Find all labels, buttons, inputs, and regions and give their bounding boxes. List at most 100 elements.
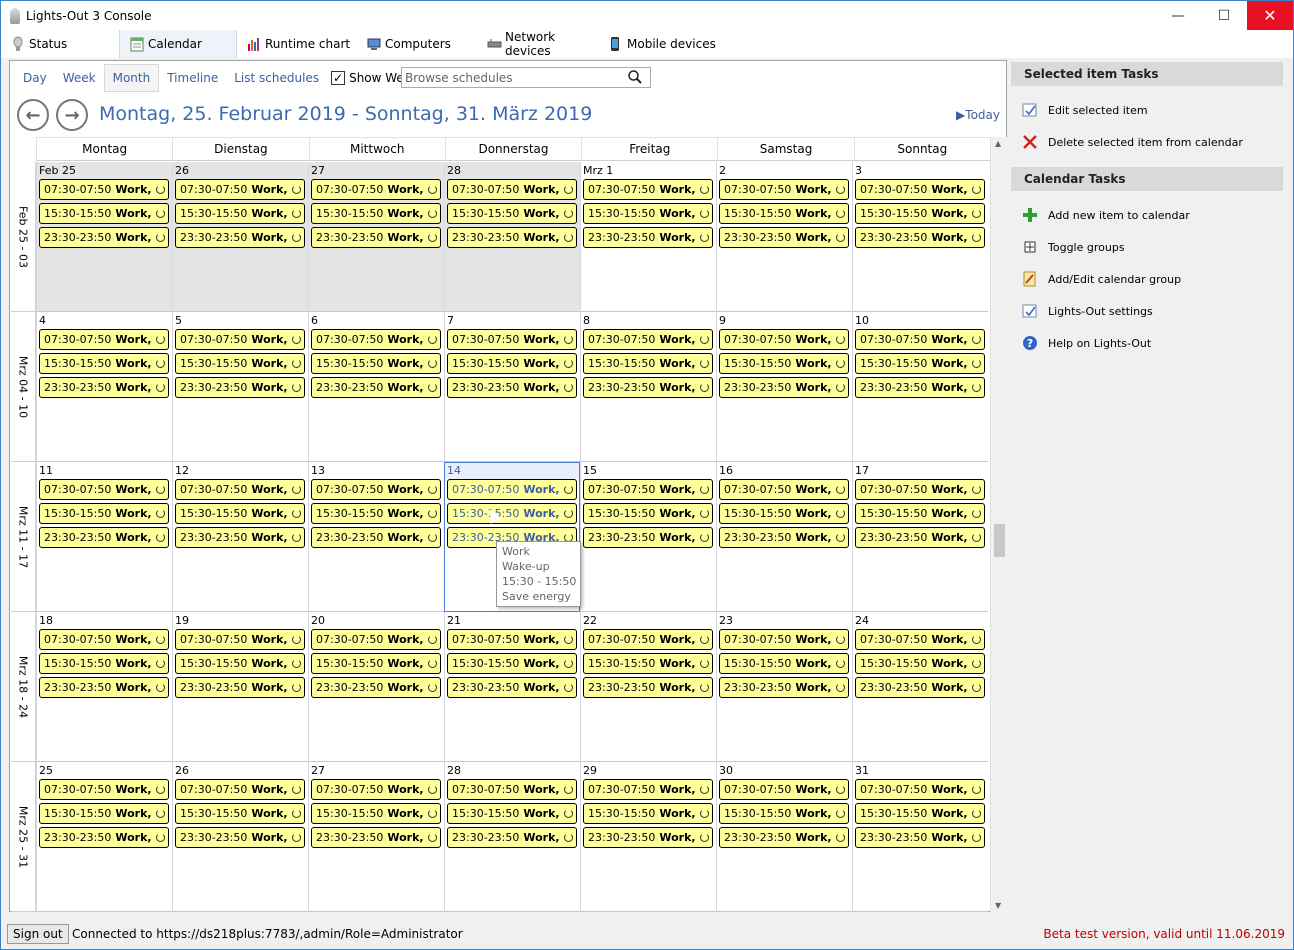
search-input[interactable] [405, 70, 620, 85]
appointment[interactable]: 15:30-15:50 Work, [447, 503, 577, 524]
appointment[interactable]: 07:30-07:50 Work, [583, 179, 713, 200]
tab-runtime-chart[interactable]: Runtime chart [237, 30, 357, 58]
appointment[interactable]: 15:30-15:50 Work, [447, 803, 577, 824]
appointment[interactable]: 07:30-07:50 Work, [583, 629, 713, 650]
appointment[interactable]: 15:30-15:50 Work, [311, 503, 441, 524]
day-cell[interactable]: Feb 25 07:30-07:50 Work, 15:30-15:50 Work, 23… [36, 162, 172, 312]
day-cell[interactable]: 5 07:30-07:50 Work, 15:30-15:50 Work, 23:30-2… [172, 312, 308, 462]
appointment[interactable]: 07:30-07:50 Work, [855, 479, 985, 500]
day-cell[interactable]: 12 07:30-07:50 Work, 15:30-15:50 Work, 23:30-… [172, 462, 308, 612]
day-cell[interactable]: 29 07:30-07:50 Work, 15:30-15:50 Work, 23:30-… [580, 762, 716, 912]
scroll-up-icon[interactable]: ▲ [995, 139, 1001, 148]
appointment[interactable]: 15:30-15:50 Work, [855, 503, 985, 524]
tab-calendar[interactable]: Calendar [119, 30, 237, 58]
appointment[interactable]: 07:30-07:50 Work, [311, 779, 441, 800]
appointment[interactable]: 15:30-15:50 Work, [39, 353, 169, 374]
appointment[interactable]: 07:30-07:50 Work, [39, 329, 169, 350]
day-cell[interactable]: 31 07:30-07:50 Work, 15:30-15:50 Work, 23:30-… [852, 762, 988, 912]
day-cell[interactable]: Mrz 1 07:30-07:50 Work, 15:30-15:50 Work, 23:… [580, 162, 716, 312]
appointment[interactable]: 07:30-07:50 Work, [175, 479, 305, 500]
appointment[interactable]: 23:30-23:50 Work, [311, 377, 441, 398]
appointment[interactable]: 07:30-07:50 Work, [447, 479, 577, 500]
appointment[interactable]: 23:30-23:50 Work, [719, 677, 849, 698]
appointment[interactable]: 07:30-07:50 Work, [39, 179, 169, 200]
appointment[interactable]: 23:30-23:50 Work, [583, 827, 713, 848]
appointment[interactable]: 23:30-23:50 Work, [175, 527, 305, 548]
appointment[interactable]: 07:30-07:50 Work, [719, 779, 849, 800]
appointment[interactable]: 23:30-23:50 Work, [447, 377, 577, 398]
appointment[interactable]: 07:30-07:50 Work, [719, 629, 849, 650]
appointment[interactable]: 23:30-23:50 Work, [39, 527, 169, 548]
appointment[interactable]: 23:30-23:50 Work, [855, 227, 985, 248]
appointment[interactable]: 15:30-15:50 Work, [175, 503, 305, 524]
day-cell[interactable]: 6 07:30-07:50 Work, 15:30-15:50 Work, 23:30-2… [308, 312, 444, 462]
appointment[interactable]: 23:30-23:50 Work, [39, 227, 169, 248]
appointment[interactable]: 15:30-15:50 Work, [39, 803, 169, 824]
appointment[interactable]: 15:30-15:50 Work, [583, 353, 713, 374]
appointment[interactable]: 23:30-23:50 Work, [719, 527, 849, 548]
day-cell[interactable]: 15 07:30-07:50 Work, 15:30-15:50 Work, 23:30-… [580, 462, 716, 612]
appointment[interactable]: 07:30-07:50 Work, [583, 329, 713, 350]
appointment[interactable]: 15:30-15:50 Work, [39, 653, 169, 674]
appointment[interactable]: 07:30-07:50 Work, [447, 629, 577, 650]
appointment[interactable]: 07:30-07:50 Work, [311, 179, 441, 200]
day-cell[interactable]: 2 07:30-07:50 Work, 15:30-15:50 Work, 23:30-2… [716, 162, 852, 312]
day-cell[interactable]: 22 07:30-07:50 Work, 15:30-15:50 Work, 23:30-… [580, 612, 716, 762]
vertical-scrollbar[interactable]: ▲ ▼ [990, 137, 1007, 912]
appointment[interactable]: 23:30-23:50 Work, [583, 227, 713, 248]
appointment[interactable]: 15:30-15:50 Work, [311, 203, 441, 224]
appointment[interactable]: 07:30-07:50 Work, [447, 329, 577, 350]
day-cell[interactable]: 23 07:30-07:50 Work, 15:30-15:50 Work, 23:30-… [716, 612, 852, 762]
appointment[interactable]: 23:30-23:50 Work, [39, 827, 169, 848]
appointment[interactable]: 07:30-07:50 Work, [39, 629, 169, 650]
appointment[interactable]: 15:30-15:50 Work, [39, 503, 169, 524]
appointment[interactable]: 07:30-07:50 Work, [855, 179, 985, 200]
lights-out-settings-link[interactable]: Lights-Out settings [1022, 301, 1153, 321]
appointment[interactable]: 23:30-23:50 Work, [175, 377, 305, 398]
appointment[interactable]: 15:30-15:50 Work, [855, 203, 985, 224]
appointment[interactable]: 07:30-07:50 Work, [447, 179, 577, 200]
appointment[interactable]: 15:30-15:50 Work, [855, 653, 985, 674]
day-cell[interactable]: 13 07:30-07:50 Work, 15:30-15:50 Work, 23:30-… [308, 462, 444, 612]
appointment[interactable]: 15:30-15:50 Work, [311, 653, 441, 674]
appointment[interactable]: 15:30-15:50 Work, [719, 503, 849, 524]
appointment[interactable]: 07:30-07:50 Work, [855, 629, 985, 650]
appointment[interactable]: 23:30-23:50 Work, [175, 677, 305, 698]
appointment[interactable]: 15:30-15:50 Work, [855, 353, 985, 374]
day-cell[interactable]: 20 07:30-07:50 Work, 15:30-15:50 Work, 23:30-… [308, 612, 444, 762]
day-cell[interactable]: 27 07:30-07:50 Work, 15:30-15:50 Work, 23:30-… [308, 162, 444, 312]
tab-computers[interactable]: Computers [357, 30, 477, 58]
appointment[interactable]: 07:30-07:50 Work, [311, 329, 441, 350]
scroll-thumb[interactable] [994, 524, 1005, 557]
appointment[interactable]: 23:30-23:50 Work, [855, 677, 985, 698]
appointment[interactable]: 23:30-23:50 Work, [311, 677, 441, 698]
appointment[interactable]: 07:30-07:50 Work, [583, 779, 713, 800]
appointment[interactable]: 15:30-15:50 Work, [855, 803, 985, 824]
tab-status[interactable]: Status [1, 30, 119, 58]
next-arrow-icon[interactable]: → [56, 99, 88, 131]
appointment[interactable]: 23:30-23:50 Work, [39, 377, 169, 398]
day-cell[interactable]: 17 07:30-07:50 Work, 15:30-15:50 Work, 23:30-… [852, 462, 988, 612]
previous-arrow-icon[interactable]: ← [17, 99, 49, 131]
appointment[interactable]: 15:30-15:50 Work, [447, 353, 577, 374]
view-list-schedules-button[interactable]: List schedules [226, 64, 327, 92]
today-link[interactable]: ▶Today [956, 108, 1000, 122]
day-cell[interactable]: 27 07:30-07:50 Work, 15:30-15:50 Work, 23:30-… [308, 762, 444, 912]
appointment[interactable]: 23:30-23:50 Work, [447, 827, 577, 848]
minimize-button[interactable]: — [1155, 1, 1201, 30]
appointment[interactable]: 23:30-23:50 Work, [583, 377, 713, 398]
appointment[interactable]: 23:30-23:50 Work, [311, 827, 441, 848]
toggle-groups-link[interactable]: Toggle groups [1022, 237, 1125, 257]
day-cell[interactable]: 30 07:30-07:50 Work, 15:30-15:50 Work, 23:30-… [716, 762, 852, 912]
appointment[interactable]: 15:30-15:50 Work, [175, 353, 305, 374]
appointment[interactable]: 15:30-15:50 Work, [175, 203, 305, 224]
day-cell[interactable]: 24 07:30-07:50 Work, 15:30-15:50 Work, 23:30-… [852, 612, 988, 762]
appointment[interactable]: 15:30-15:50 Work, [583, 803, 713, 824]
appointment[interactable]: 23:30-23:50 Work, [719, 377, 849, 398]
view-week-button[interactable]: Week [55, 64, 104, 92]
add-new-item-link[interactable]: Add new item to calendar [1022, 205, 1190, 225]
edit-selected-item-link[interactable]: Edit selected item [1022, 100, 1148, 120]
appointment[interactable]: 07:30-07:50 Work, [175, 329, 305, 350]
appointment[interactable]: 23:30-23:50 Work, [855, 827, 985, 848]
appointment[interactable]: 15:30-15:50 Work, [583, 503, 713, 524]
